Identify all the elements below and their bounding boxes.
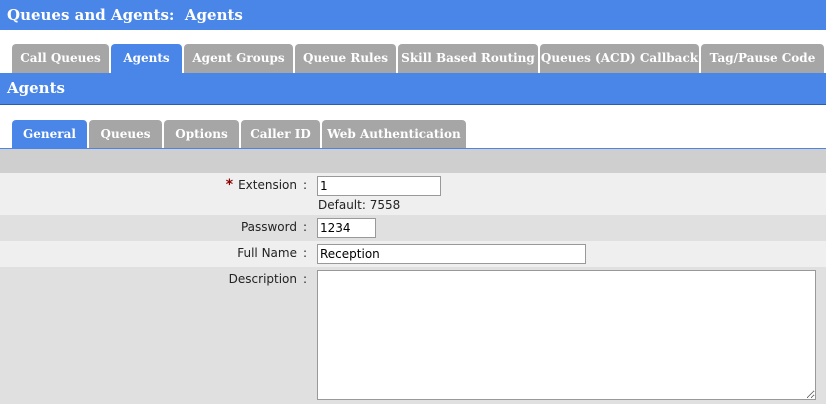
required-indicator: * <box>225 177 234 193</box>
page-title: Queues and Agents: Agents <box>0 0 826 30</box>
tab-caller-id[interactable]: Caller ID <box>241 120 320 148</box>
section-header: Agents <box>0 73 826 104</box>
full-name-row: Full Name : <box>0 241 826 267</box>
tab-queue-rules[interactable]: Queue Rules <box>295 44 396 73</box>
full-name-label: Full Name <box>237 246 297 260</box>
tab-general[interactable]: General <box>12 120 87 148</box>
tab-queues-acd-callback[interactable]: Queues (ACD) Callback <box>540 44 699 73</box>
password-row: Password : <box>0 215 826 241</box>
description-row: Description : <box>0 267 826 404</box>
description-colon: : <box>303 272 308 286</box>
section-divider <box>0 104 826 105</box>
extension-input[interactable] <box>317 176 441 196</box>
main-tab-bar: Call Queues Agents Agent Groups Queue Ru… <box>0 44 826 73</box>
description-textarea[interactable] <box>317 270 816 400</box>
password-colon: : <box>303 220 308 234</box>
extension-label: * Extension <box>225 177 297 193</box>
form-header-band <box>0 149 826 173</box>
full-name-input[interactable] <box>317 244 586 264</box>
tab-tag-pause-code[interactable]: Tag/Pause Code <box>701 44 824 73</box>
tab-skill-based-routing[interactable]: Skill Based Routing <box>398 44 538 73</box>
tab-web-authentication[interactable]: Web Authentication <box>322 120 466 148</box>
extension-default-hint: Default: 7558 <box>318 198 401 212</box>
tab-options[interactable]: Options <box>164 120 239 148</box>
password-label: Password <box>240 220 297 234</box>
tab-agents[interactable]: Agents <box>111 44 182 73</box>
sub-tab-bar: General Queues Options Caller ID Web Aut… <box>0 120 826 148</box>
tab-agent-groups[interactable]: Agent Groups <box>184 44 293 73</box>
tab-queues[interactable]: Queues <box>89 120 162 148</box>
tab-call-queues[interactable]: Call Queues <box>12 44 109 73</box>
extension-row: *Extension : Default: 7558 <box>0 173 826 215</box>
extension-colon: : <box>303 178 308 192</box>
full-name-colon: : <box>303 246 308 260</box>
description-label: Description <box>228 272 297 286</box>
password-input[interactable] <box>317 218 376 238</box>
